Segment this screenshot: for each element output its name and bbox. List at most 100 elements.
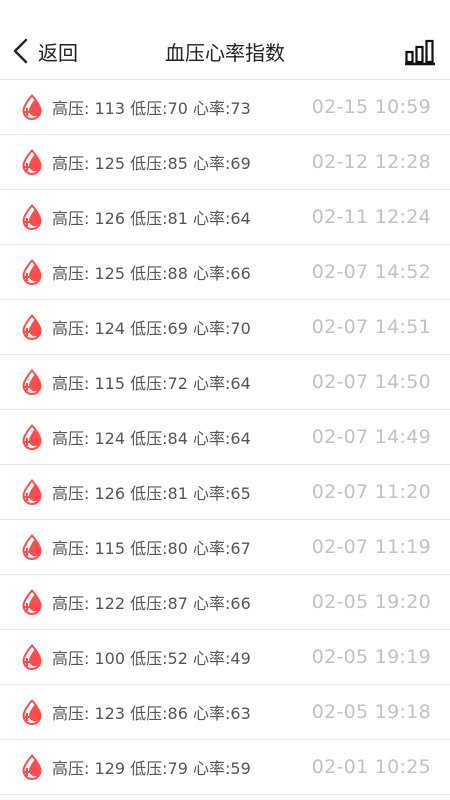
timestamp: 02-07 14:50: [311, 371, 431, 393]
high-label: 高压:: [52, 264, 90, 283]
blood-drop-plus-icon: [22, 94, 42, 120]
hr-label: 心率:: [193, 539, 231, 558]
systolic-value: 122: [94, 594, 126, 613]
diastolic-value: 88: [167, 264, 188, 283]
nav-bar: 返回 血压心率指数: [0, 0, 450, 80]
bp-values: 高压: 115 低压:80 心率:67: [52, 535, 251, 559]
hr-label: 心率:: [193, 704, 231, 723]
low-label: 低压:: [130, 594, 168, 613]
systolic-value: 115: [94, 374, 126, 393]
blood-drop-plus-icon: [22, 699, 42, 725]
low-label: 低压:: [130, 264, 168, 283]
blood-drop-plus-icon: [22, 204, 42, 230]
record-list: 高压: 113 低压:70 心率:73 02-15 10:59 高压: 125 …: [0, 80, 450, 795]
heart-rate-value: 64: [230, 429, 251, 448]
high-label: 高压:: [52, 539, 90, 558]
blood-drop-plus-icon: [22, 534, 42, 560]
systolic-value: 129: [94, 759, 126, 778]
heart-rate-value: 63: [230, 704, 251, 723]
low-label: 低压:: [130, 759, 168, 778]
list-item[interactable]: 高压: 115 低压:72 心率:64 02-07 14:50: [0, 355, 450, 410]
diastolic-value: 84: [167, 429, 188, 448]
hr-label: 心率:: [193, 649, 231, 668]
hr-label: 心率:: [193, 209, 231, 228]
high-label: 高压:: [52, 704, 90, 723]
heart-rate-value: 59: [230, 759, 251, 778]
low-label: 低压:: [130, 154, 168, 173]
timestamp: 02-12 12:28: [311, 151, 431, 173]
systolic-value: 126: [94, 484, 126, 503]
timestamp: 02-11 12:24: [311, 206, 431, 228]
low-label: 低压:: [130, 704, 168, 723]
diastolic-value: 52: [167, 649, 188, 668]
systolic-value: 100: [94, 649, 126, 668]
low-label: 低压:: [130, 484, 168, 503]
bp-values: 高压: 126 低压:81 心率:64: [52, 205, 251, 229]
timestamp: 02-05 19:18: [311, 701, 431, 723]
blood-drop-plus-icon: [22, 644, 42, 670]
back-label: 返回: [38, 40, 78, 65]
high-label: 高压:: [52, 594, 90, 613]
list-item[interactable]: 高压: 124 低压:84 心率:64 02-07 14:49: [0, 410, 450, 465]
high-label: 高压:: [52, 154, 90, 173]
list-item[interactable]: 高压: 100 低压:52 心率:49 02-05 19:19: [0, 630, 450, 685]
list-item[interactable]: 高压: 125 低压:85 心率:69 02-12 12:28: [0, 135, 450, 190]
bp-values: 高压: 124 低压:69 心率:70: [52, 315, 251, 339]
hr-label: 心率:: [193, 759, 231, 778]
list-item[interactable]: 高压: 123 低压:86 心率:63 02-05 19:18: [0, 685, 450, 740]
list-item[interactable]: 高压: 129 低压:79 心率:59 02-01 10:25: [0, 740, 450, 795]
low-label: 低压:: [130, 374, 168, 393]
back-button[interactable]: 返回: [10, 34, 78, 68]
list-item[interactable]: 高压: 125 低压:88 心率:66 02-07 14:52: [0, 245, 450, 300]
hr-label: 心率:: [193, 429, 231, 448]
heart-rate-value: 49: [230, 649, 251, 668]
low-label: 低压:: [130, 649, 168, 668]
bar-chart-icon[interactable]: [405, 38, 435, 66]
diastolic-value: 69: [167, 319, 188, 338]
low-label: 低压:: [130, 539, 168, 558]
diastolic-value: 70: [167, 99, 188, 118]
low-label: 低压:: [130, 319, 168, 338]
diastolic-value: 80: [167, 539, 188, 558]
list-item[interactable]: 高压: 126 低压:81 心率:64 02-11 12:24: [0, 190, 450, 245]
blood-drop-plus-icon: [22, 479, 42, 505]
blood-drop-plus-icon: [22, 149, 42, 175]
bp-values: 高压: 129 低压:79 心率:59: [52, 755, 251, 779]
timestamp: 02-15 10:59: [311, 96, 431, 118]
hr-label: 心率:: [193, 99, 231, 118]
hr-label: 心率:: [193, 484, 231, 503]
timestamp: 02-05 19:20: [311, 591, 431, 613]
timestamp: 02-07 14:51: [311, 316, 431, 338]
blood-drop-plus-icon: [22, 369, 42, 395]
list-item[interactable]: 高压: 122 低压:87 心率:66 02-05 19:20: [0, 575, 450, 630]
heart-rate-value: 64: [230, 374, 251, 393]
systolic-value: 115: [94, 539, 126, 558]
list-item[interactable]: 高压: 115 低压:80 心率:67 02-07 11:19: [0, 520, 450, 575]
bp-values: 高压: 115 低压:72 心率:64: [52, 370, 251, 394]
high-label: 高压:: [52, 429, 90, 448]
high-label: 高压:: [52, 484, 90, 503]
bp-values: 高压: 123 低压:86 心率:63: [52, 700, 251, 724]
high-label: 高压:: [52, 209, 90, 228]
systolic-value: 124: [94, 319, 126, 338]
systolic-value: 123: [94, 704, 126, 723]
list-item[interactable]: 高压: 113 低压:70 心率:73 02-15 10:59: [0, 80, 450, 135]
heart-rate-value: 65: [230, 484, 251, 503]
hr-label: 心率:: [193, 319, 231, 338]
low-label: 低压:: [130, 429, 168, 448]
bp-values: 高压: 113 低压:70 心率:73: [52, 95, 251, 119]
list-item[interactable]: 高压: 126 低压:81 心率:65 02-07 11:20: [0, 465, 450, 520]
blood-drop-plus-icon: [22, 259, 42, 285]
high-label: 高压:: [52, 99, 90, 118]
high-label: 高压:: [52, 759, 90, 778]
blood-drop-plus-icon: [22, 424, 42, 450]
hr-label: 心率:: [193, 594, 231, 613]
timestamp: 02-01 10:25: [311, 756, 431, 778]
list-item[interactable]: 高压: 124 低压:69 心率:70 02-07 14:51: [0, 300, 450, 355]
heart-rate-value: 66: [230, 264, 251, 283]
heart-rate-value: 70: [230, 319, 251, 338]
timestamp: 02-07 11:19: [311, 536, 431, 558]
systolic-value: 125: [94, 154, 126, 173]
low-label: 低压:: [130, 209, 168, 228]
bp-values: 高压: 126 低压:81 心率:65: [52, 480, 251, 504]
